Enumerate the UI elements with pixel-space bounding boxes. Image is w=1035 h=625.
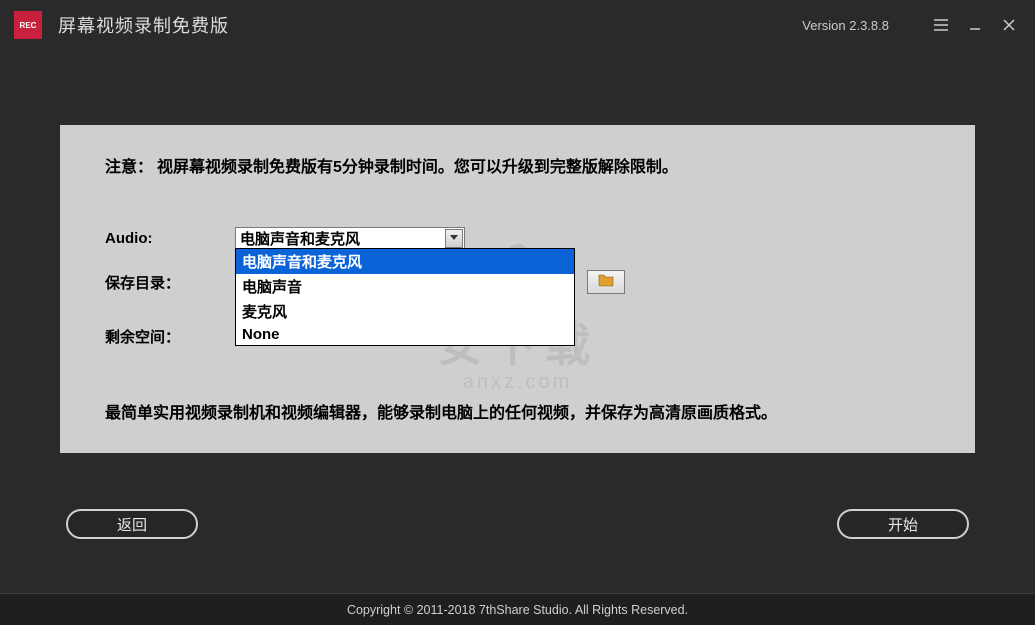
audio-option-3[interactable]: None [236,324,574,345]
audio-option-1[interactable]: 电脑声音 [236,274,574,299]
chevron-down-icon[interactable] [445,229,463,248]
form: Audio: 电脑声音和麦克风 电脑声音和麦克风 电脑声音 麦克风 None [105,225,930,349]
browse-folder-button[interactable] [587,270,625,294]
audio-option-0[interactable]: 电脑声音和麦克风 [236,249,574,274]
audio-label: Audio: [105,230,235,247]
copyright-text: Copyright © 2011-2018 7thShare Studio. A… [347,603,688,617]
title-bar: REC 屏幕视频录制免费版 Version 2.3.8.8 [0,0,1035,50]
notice-label: 注意： [105,159,153,176]
notice-text: 视屏幕视频录制免费版有5分钟录制时间。您可以升级到完整版解除限制。 [157,159,678,176]
audio-selected-text: 电脑声音和麦克风 [240,228,360,249]
main-stage: 安下载 anxz.com 注意：视屏幕视频录制免费版有5分钟录制时间。您可以升级… [0,50,1035,593]
watermark-line2: anxz.com [437,371,599,394]
description-text: 最简单实用视频录制机和视频编辑器，能够录制电脑上的任何视频，并保存为高清原画质格… [105,399,930,423]
app-window: REC 屏幕视频录制免费版 Version 2.3.8.8 安下载 anxz.c… [0,0,1035,625]
close-icon[interactable] [997,13,1021,37]
app-title: 屏幕视频录制免费版 [58,12,229,38]
notice-row: 注意：视屏幕视频录制免费版有5分钟录制时间。您可以升级到完整版解除限制。 [105,153,930,177]
start-button[interactable]: 开始 [837,509,969,539]
menu-icon[interactable] [929,13,953,37]
settings-panel: 安下载 anxz.com 注意：视屏幕视频录制免费版有5分钟录制时间。您可以升级… [60,125,975,453]
audio-dropdown-list: 电脑声音和麦克风 电脑声音 麦克风 None [235,248,575,346]
audio-combobox[interactable]: 电脑声音和麦克风 [235,227,465,250]
buttons-row: 返回 开始 [60,509,975,539]
savedir-label: 保存目录： [105,272,235,293]
app-logo: REC [14,11,42,39]
folder-icon [598,273,614,292]
footer: Copyright © 2011-2018 7thShare Studio. A… [0,593,1035,625]
version-label: Version 2.3.8.8 [802,18,889,33]
audio-row: Audio: 电脑声音和麦克风 电脑声音和麦克风 电脑声音 麦克风 None [105,225,930,251]
minimize-icon[interactable] [963,13,987,37]
back-button[interactable]: 返回 [66,509,198,539]
space-label: 剩余空间： [105,326,235,347]
audio-option-2[interactable]: 麦克风 [236,299,574,324]
